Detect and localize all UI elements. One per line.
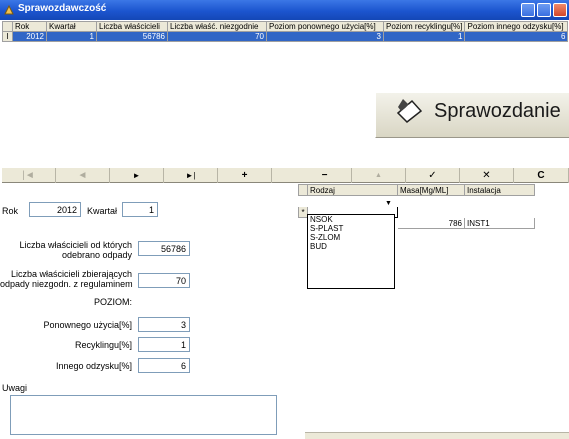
rodzaj-dropdown-list: NSOK S-PLAST S-ZLOM BUD	[307, 214, 395, 289]
noncompliant-field[interactable]: 70	[138, 273, 190, 288]
table-cell	[397, 206, 465, 218]
nav-post-button[interactable]: ✓	[406, 168, 460, 183]
minimize-button[interactable]	[521, 3, 535, 17]
recycling-field[interactable]: 1	[138, 337, 190, 352]
owners-count-label-line2: odebrano odpady	[61, 250, 132, 260]
column-header[interactable]: Poziom innego odzysku[%]	[464, 21, 569, 32]
owners-count-field[interactable]: 56786	[138, 241, 190, 256]
column-header[interactable]: Poziom ponownego użycia[%]	[266, 21, 384, 32]
chevron-down-icon[interactable]: ▼	[385, 200, 392, 207]
reuse-field[interactable]: 3	[138, 317, 190, 332]
nav-edit-button[interactable]: ▲	[352, 168, 406, 183]
app-icon	[4, 4, 14, 15]
nav-last-button[interactable]: ►|	[164, 168, 218, 183]
poziom-heading: POZIOM:	[94, 297, 132, 307]
owners-count-label-line1: Liczba właścicieli od których	[19, 240, 132, 250]
table-cell[interactable]: 1	[382, 31, 466, 42]
detail-header-row: Rodzaj Masa[Mg/ML] Instalacja	[298, 184, 535, 196]
nav-prior-button[interactable]: ◄	[56, 168, 110, 183]
records-table: Rok Kwartał Liczba właścicieli Liczba wł…	[2, 21, 569, 42]
dropdown-option[interactable]: NSOK	[308, 215, 394, 224]
records-grid[interactable]: Rok Kwartał Liczba właścicieli Liczba wł…	[2, 21, 569, 51]
other-recovery-label: Innego odzysku[%]	[55, 361, 132, 371]
dropdown-option[interactable]: S-ZLOM	[308, 233, 394, 242]
detail-navigator[interactable]	[305, 432, 569, 439]
recycling-label: Recyklingu[%]	[74, 340, 132, 350]
close-button[interactable]	[553, 3, 567, 17]
column-header[interactable]: Rodzaj	[307, 184, 398, 196]
column-header[interactable]: Kwartał	[46, 21, 97, 32]
table-cell[interactable]: INST1	[464, 217, 535, 229]
table-row[interactable]: I 2012 1 56786 70 3 1 6	[2, 31, 569, 42]
table-cell[interactable]: 56786	[96, 31, 168, 42]
nav-first-button[interactable]: |◄	[2, 168, 56, 183]
nav-cancel-button[interactable]: ✕	[460, 168, 514, 183]
kwartal-label: Kwartał	[87, 206, 118, 216]
row-indicator: I	[2, 31, 13, 42]
nav-refresh-button[interactable]: C	[514, 168, 569, 183]
window-title: Sprawozdawczość	[18, 3, 107, 14]
maximize-button[interactable]	[537, 3, 551, 17]
table-cell	[397, 195, 465, 207]
row-indicator-header	[298, 184, 308, 196]
kwartal-field[interactable]: 1	[122, 202, 158, 217]
row-indicator-header	[2, 21, 13, 32]
table-cell[interactable]: 70	[167, 31, 267, 42]
rok-label: Rok	[2, 206, 19, 216]
rok-field[interactable]: 2012	[29, 202, 81, 217]
row-indicator	[298, 195, 308, 207]
notes-textarea[interactable]	[10, 395, 277, 435]
table-cell[interactable]: 786	[397, 217, 465, 229]
noncompliant-label-line2: odpady niezgodn. z regulaminem	[0, 279, 133, 289]
table-cell[interactable]: 2012	[12, 31, 47, 42]
table-cell[interactable]: 1	[46, 31, 97, 42]
pencil-paper-icon	[396, 99, 423, 124]
table-cell[interactable]: 6	[464, 31, 569, 42]
column-header[interactable]: Masa[Mg/ML]	[397, 184, 465, 196]
dropdown-option[interactable]: S-PLAST	[308, 224, 394, 233]
noncompliant-label-line1: Liczba właścicieli zbierających	[10, 269, 132, 279]
dropdown-option[interactable]: BUD	[308, 242, 394, 251]
records-header-row: Rok Kwartał Liczba właścicieli Liczba wł…	[2, 21, 569, 32]
record-navigator: |◄ ◄ ► ►| + − ▲ ✓ ✕ C	[2, 167, 569, 183]
table-cell	[307, 195, 398, 207]
detail-spacer-row	[298, 195, 535, 207]
column-header[interactable]: Liczba właścicieli	[96, 21, 168, 32]
nav-next-button[interactable]: ►	[110, 168, 164, 183]
table-cell	[464, 206, 535, 218]
reuse-label: Ponownego użycia[%]	[43, 320, 132, 330]
column-header[interactable]: Rok	[12, 21, 47, 32]
notes-label: Uwagi	[2, 383, 28, 393]
other-recovery-field[interactable]: 6	[138, 358, 190, 373]
column-header[interactable]: Instalacja	[464, 184, 535, 196]
nav-insert-button[interactable]: +	[218, 168, 272, 183]
column-header[interactable]: Poziom recyklingu[%]	[382, 21, 466, 32]
column-header[interactable]: Liczba właść. niezgodnie	[167, 21, 267, 32]
table-cell	[464, 195, 535, 207]
table-cell[interactable]: 3	[266, 31, 384, 42]
nav-delete-button[interactable]: −	[298, 168, 352, 183]
report-button-label: Sprawozdanie	[434, 100, 561, 122]
